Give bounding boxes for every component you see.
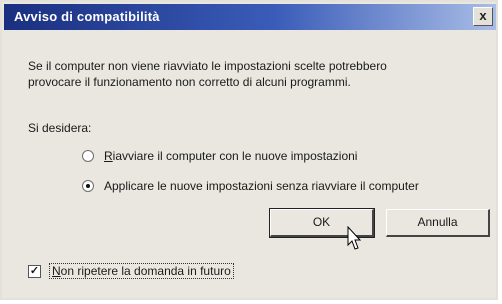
dont-ask-again-option[interactable]: ✓ Non ripetere la domanda in futuro: [28, 263, 234, 279]
dialog-title: Avviso di compatibilità: [14, 9, 160, 24]
title-bar[interactable]: Avviso di compatibilità x: [4, 4, 496, 30]
mnemonic-r: R: [104, 149, 113, 163]
checkbox-icon[interactable]: ✓: [28, 264, 41, 278]
radio-restart-text: iavviare il computer con le nuove impost…: [112, 149, 358, 163]
warning-message: Se il computer non viene riavviato le im…: [28, 58, 478, 90]
checkbox-text: on ripetere la domanda in futuro: [60, 264, 231, 278]
radio-restart-option[interactable]: Riavviare il computer con le nuove impos…: [82, 149, 357, 163]
radio-apply-option[interactable]: Applicare le nuove impostazioni senza ri…: [82, 179, 419, 193]
cancel-button[interactable]: Annulla: [386, 209, 490, 237]
radio-apply-label: Applicare le nuove impostazioni senza ri…: [104, 179, 419, 193]
radio-icon[interactable]: [82, 180, 94, 192]
close-icon: x: [479, 8, 487, 23]
question-label: Si desidera:: [28, 121, 92, 135]
mnemonic-n: N: [52, 264, 61, 278]
checkbox-label: Non ripetere la domanda in futuro: [49, 263, 234, 279]
mouse-pointer-icon: [347, 226, 362, 250]
radio-icon[interactable]: [82, 150, 94, 162]
compatibility-dialog: Avviso di compatibilità x Se il computer…: [0, 0, 498, 300]
message-line-2: provocare il funzionamento non corretto …: [28, 75, 351, 89]
radio-restart-label: Riavviare il computer con le nuove impos…: [104, 149, 357, 163]
close-button[interactable]: x: [473, 7, 493, 26]
message-line-1: Se il computer non viene riavviato le im…: [28, 59, 387, 73]
